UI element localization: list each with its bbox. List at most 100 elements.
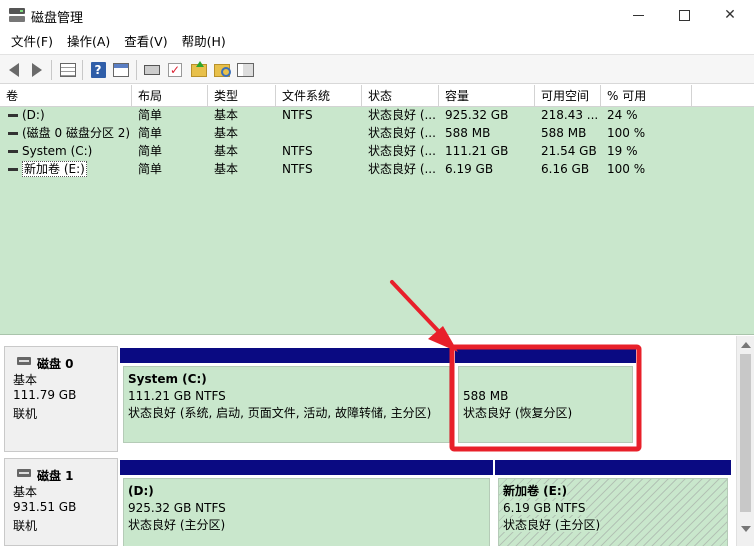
- partition-size: 588 MB: [463, 389, 509, 403]
- forward-button[interactable]: [27, 60, 47, 80]
- volume-list-header: 卷 布局 类型 文件系统 状态 容量 可用空间 % 可用: [0, 85, 754, 107]
- column-header-filesystem[interactable]: 文件系统: [276, 85, 362, 107]
- cell-volume: (磁盘 0 磁盘分区 2): [22, 126, 131, 140]
- column-header-type[interactable]: 类型: [208, 85, 276, 107]
- cell-status: 状态良好 (...: [368, 126, 436, 140]
- partition-color-bar: [120, 348, 453, 363]
- back-arrow-icon: [9, 63, 19, 77]
- cell-capacity: 588 MB: [445, 126, 491, 140]
- show-panel-button[interactable]: [111, 60, 131, 80]
- partition-status: 状态良好 (系统, 启动, 页面文件, 活动, 故障转储, 主分区): [128, 406, 432, 420]
- cell-layout: 简单: [138, 144, 163, 158]
- volume-list[interactable]: 卷 布局 类型 文件系统 状态 容量 可用空间 % 可用 (D:) 简单 基本 …: [0, 85, 754, 335]
- partition-color-bar: [495, 460, 731, 475]
- scroll-up-arrow-icon[interactable]: [741, 342, 751, 348]
- search-folder-button[interactable]: [212, 60, 232, 80]
- title-bar: 磁盘管理 ✕: [0, 0, 754, 30]
- close-icon: ✕: [724, 7, 736, 23]
- cell-filesystem: NTFS: [282, 144, 313, 158]
- column-header-capacity[interactable]: 容量: [439, 85, 535, 107]
- toolbar: ? ✓: [0, 54, 754, 84]
- cell-free-space: 588 MB: [541, 126, 587, 140]
- minimize-icon: [632, 14, 644, 16]
- partition-body-selected: 新加卷 (E:) 6.19 GB NTFS 状态良好 (主分区): [498, 478, 728, 546]
- connect-drive-button[interactable]: [142, 60, 162, 80]
- disk-state: 联机: [13, 407, 38, 421]
- maximize-button[interactable]: [661, 0, 707, 30]
- disk-size: 931.51 GB: [13, 500, 77, 514]
- cell-percent-free: 24 %: [607, 108, 638, 122]
- disk-size: 111.79 GB: [13, 388, 77, 402]
- cell-percent-free: 19 %: [607, 144, 638, 158]
- disk-management-app-icon: [9, 8, 25, 22]
- partition-status: 状态良好 (恢复分区): [463, 406, 573, 420]
- table-row[interactable]: (D:) 简单 基本 NTFS 状态良好 (... 925.32 GB 218.…: [0, 106, 754, 124]
- partition-title: 新加卷 (E:): [503, 484, 568, 498]
- partition-title: System (C:): [128, 372, 207, 386]
- cell-capacity: 111.21 GB: [445, 144, 509, 158]
- partition-title: (D:): [128, 484, 154, 498]
- table-row[interactable]: System (C:) 简单 基本 NTFS 状态良好 (... 111.21 …: [0, 142, 754, 160]
- cell-volume-selected: 新加卷 (E:): [22, 161, 87, 177]
- disk-0-label[interactable]: 磁盘 0 基本 111.79 GB 联机: [4, 346, 118, 452]
- partition-new-volume-e[interactable]: 新加卷 (E:) 6.19 GB NTFS 状态良好 (主分区): [495, 460, 731, 546]
- column-header-percent-free[interactable]: % 可用: [601, 85, 692, 107]
- scrollbar-thumb[interactable]: [740, 354, 751, 512]
- disk-type: 基本: [13, 485, 38, 499]
- menu-action[interactable]: 操作(A): [60, 30, 117, 54]
- menu-view[interactable]: 查看(V): [117, 30, 174, 54]
- cell-status: 状态良好 (...: [368, 108, 436, 122]
- toolbar-separator: [136, 60, 137, 80]
- partition-color-bar: [120, 460, 493, 475]
- show-panel-icon: [113, 63, 129, 77]
- cell-status: 状态良好 (...: [368, 144, 436, 158]
- column-header-free-space[interactable]: 可用空间: [535, 85, 601, 107]
- toolbar-separator: [51, 60, 52, 80]
- cell-layout: 简单: [138, 126, 163, 140]
- column-header-status[interactable]: 状态: [362, 85, 439, 107]
- disk-1-label[interactable]: 磁盘 1 基本 931.51 GB 联机: [4, 458, 118, 546]
- checklist-button[interactable]: ✓: [165, 60, 185, 80]
- partition-recovery[interactable]: 588 MB 状态良好 (恢复分区): [455, 348, 636, 446]
- cell-percent-free: 100 %: [607, 162, 646, 176]
- help-button[interactable]: ?: [88, 60, 108, 80]
- list-view-icon: [236, 63, 254, 77]
- partition-system-c[interactable]: System (C:) 111.21 GB NTFS 状态良好 (系统, 启动,…: [120, 348, 453, 446]
- vertical-scrollbar[interactable]: [736, 336, 754, 546]
- minimize-button[interactable]: [615, 0, 661, 30]
- cell-free-space: 21.54 GB: [541, 144, 597, 158]
- partition-size: 111.21 GB NTFS: [128, 389, 226, 403]
- cell-filesystem: NTFS: [282, 162, 313, 176]
- cell-free-space: 6.16 GB: [541, 162, 590, 176]
- cell-free-space: 218.43 ...: [541, 108, 599, 122]
- console-tree-button[interactable]: [58, 60, 78, 80]
- close-button[interactable]: ✕: [707, 0, 753, 30]
- menu-file[interactable]: 文件(F): [4, 30, 60, 54]
- scroll-down-arrow-icon[interactable]: [741, 526, 751, 532]
- folder-up-icon: [191, 60, 207, 77]
- checklist-icon: ✓: [168, 63, 182, 77]
- partition-status: 状态良好 (主分区): [128, 518, 226, 532]
- disk-type: 基本: [13, 373, 38, 387]
- disk-name: 磁盘 1: [37, 469, 74, 483]
- cell-capacity: 6.19 GB: [445, 162, 494, 176]
- table-row[interactable]: (磁盘 0 磁盘分区 2) 简单 基本 状态良好 (... 588 MB 588…: [0, 124, 754, 142]
- cell-filesystem: [276, 124, 362, 142]
- folder-up-button[interactable]: [189, 60, 209, 80]
- partition-d[interactable]: (D:) 925.32 GB NTFS 状态良好 (主分区): [120, 460, 493, 546]
- cell-capacity: 925.32 GB: [445, 108, 509, 122]
- partition-body: 588 MB 状态良好 (恢复分区): [458, 366, 633, 443]
- partition-body: (D:) 925.32 GB NTFS 状态良好 (主分区): [123, 478, 490, 546]
- menu-help[interactable]: 帮助(H): [175, 30, 233, 54]
- cell-filesystem: NTFS: [282, 108, 313, 122]
- disk-state: 联机: [13, 519, 38, 533]
- column-header-volume[interactable]: 卷: [0, 85, 132, 107]
- list-view-button[interactable]: [235, 60, 255, 80]
- back-button[interactable]: [4, 60, 24, 80]
- hard-disk-icon: [17, 469, 31, 477]
- table-row[interactable]: 新加卷 (E:) 简单 基本 NTFS 状态良好 (... 6.19 GB 6.…: [0, 160, 754, 178]
- column-header-layout[interactable]: 布局: [132, 85, 208, 107]
- console-tree-icon: [60, 63, 76, 77]
- cell-percent-free: 100 %: [607, 126, 646, 140]
- partition-status: 状态良好 (主分区): [503, 518, 601, 532]
